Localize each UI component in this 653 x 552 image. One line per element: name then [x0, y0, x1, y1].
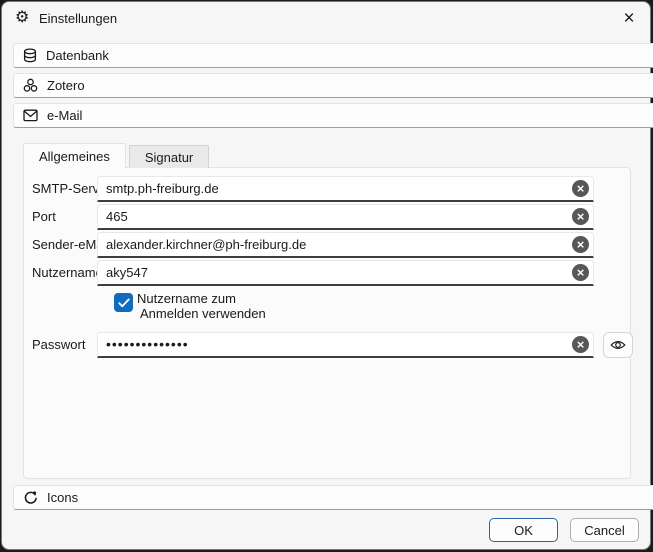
section-label: Icons	[47, 490, 78, 505]
checkbox-label-line2: Anmelden verwenden	[140, 306, 266, 321]
email-tab-bar: Allgemeines Signatur	[23, 143, 209, 168]
section-header-datenbank[interactable]: Datenbank	[13, 43, 653, 68]
username-label: Nutzername	[32, 265, 103, 280]
tab-allgemeines[interactable]: Allgemeines	[23, 143, 126, 168]
ok-button[interactable]: OK	[489, 518, 558, 542]
use-username-checkbox-label: Nutzername zumAnmelden verwenden	[137, 291, 266, 321]
section-label: Zotero	[47, 78, 85, 93]
settings-dialog: ⚙ Einstellungen × Datenbank	[1, 1, 651, 550]
sender-email-field-wrap: ×	[97, 232, 594, 258]
section-label: Datenbank	[46, 48, 109, 63]
clear-sender-icon[interactable]: ×	[572, 236, 589, 253]
envelope-icon	[23, 109, 38, 122]
clear-port-icon[interactable]: ×	[572, 208, 589, 225]
eye-icon	[610, 339, 626, 351]
smtp-server-input[interactable]	[97, 176, 594, 202]
username-input[interactable]	[97, 260, 594, 286]
gear-icon: ⚙	[15, 8, 29, 28]
section-label: e-Mail	[47, 108, 82, 123]
password-label: Passwort	[32, 337, 85, 352]
clear-password-icon[interactable]: ×	[572, 336, 589, 353]
screen: ⚙ Einstellungen × Datenbank	[0, 0, 653, 552]
checkbox-label-line1: Nutzername zum	[137, 291, 236, 306]
section-header-email[interactable]: e-Mail	[13, 103, 653, 128]
port-input[interactable]	[97, 204, 594, 230]
email-general-panel: SMTP-Server × Port × Sender-eMail × Nutz…	[23, 167, 631, 479]
database-icon	[23, 48, 37, 63]
checkmark-icon	[118, 298, 130, 308]
password-field-wrap: ×	[97, 332, 594, 358]
section-header-icons[interactable]: Icons	[13, 485, 653, 510]
username-field-wrap: ×	[97, 260, 594, 286]
password-input[interactable]	[97, 332, 594, 358]
use-username-checkbox[interactable]	[114, 293, 133, 312]
close-icon[interactable]: ×	[614, 7, 644, 30]
tab-signatur[interactable]: Signatur	[129, 145, 209, 168]
zotero-icon	[23, 78, 38, 93]
reveal-password-button[interactable]	[603, 332, 633, 358]
smtp-server-field-wrap: ×	[97, 176, 594, 202]
titlebar: ⚙ Einstellungen ×	[2, 2, 650, 34]
cancel-button[interactable]: Cancel	[570, 518, 639, 542]
port-field-wrap: ×	[97, 204, 594, 230]
sender-email-input[interactable]	[97, 232, 594, 258]
window-title: Einstellungen	[39, 11, 117, 26]
clear-smtp-icon[interactable]: ×	[572, 180, 589, 197]
section-header-zotero[interactable]: Zotero	[13, 73, 653, 98]
port-label: Port	[32, 209, 56, 224]
clear-username-icon[interactable]: ×	[572, 264, 589, 281]
refresh-icon	[23, 490, 38, 505]
